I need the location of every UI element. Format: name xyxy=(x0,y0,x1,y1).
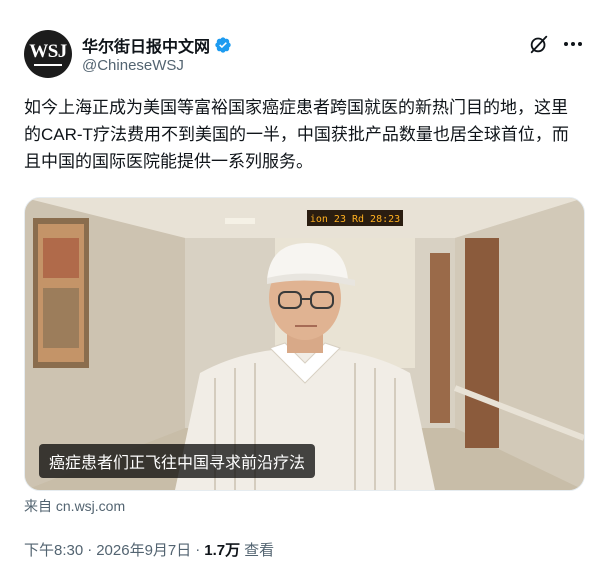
views-label: 查看 xyxy=(244,542,275,559)
avatar-logo-text: WSJ xyxy=(29,41,67,62)
post-time[interactable]: 下午8:30 xyxy=(24,539,83,560)
grok-icon[interactable] xyxy=(528,33,550,55)
card-source[interactable]: 来自 cn.wsj.com xyxy=(24,496,125,516)
views-count: 1.7万 xyxy=(204,542,241,559)
post-date[interactable]: 2026年9月7日 xyxy=(96,539,191,560)
author-name-row: 华尔街日报中文网 xyxy=(82,33,232,57)
author-display-name[interactable]: 华尔街日报中文网 xyxy=(82,33,210,57)
avatar-underline xyxy=(34,64,62,66)
led-sign-text: ion 23 Rd 28:23 xyxy=(310,214,400,225)
avatar[interactable]: WSJ xyxy=(24,30,72,78)
tweet-meta: 下午8:30 · 2026年9月7日 · 1.7万 查看 xyxy=(24,539,274,560)
more-dots-icon[interactable] xyxy=(562,33,584,55)
verified-badge-icon xyxy=(215,37,231,53)
media-caption: 癌症患者们正飞往中国寻求前沿疗法 xyxy=(39,444,316,478)
author-handle[interactable]: @ChineseWSJ xyxy=(82,57,184,74)
meta-separator: · xyxy=(87,541,93,558)
tweet-text: 如今上海正成为美国等富裕国家癌症患者跨国就医的新热门目的地，这里的CAR-T疗法… xyxy=(24,98,569,171)
meta-separator: · xyxy=(195,541,201,558)
media-card[interactable]: ion 23 Rd 28:23 癌症患者们正飞往中国寻求前沿疗法 xyxy=(24,197,585,491)
